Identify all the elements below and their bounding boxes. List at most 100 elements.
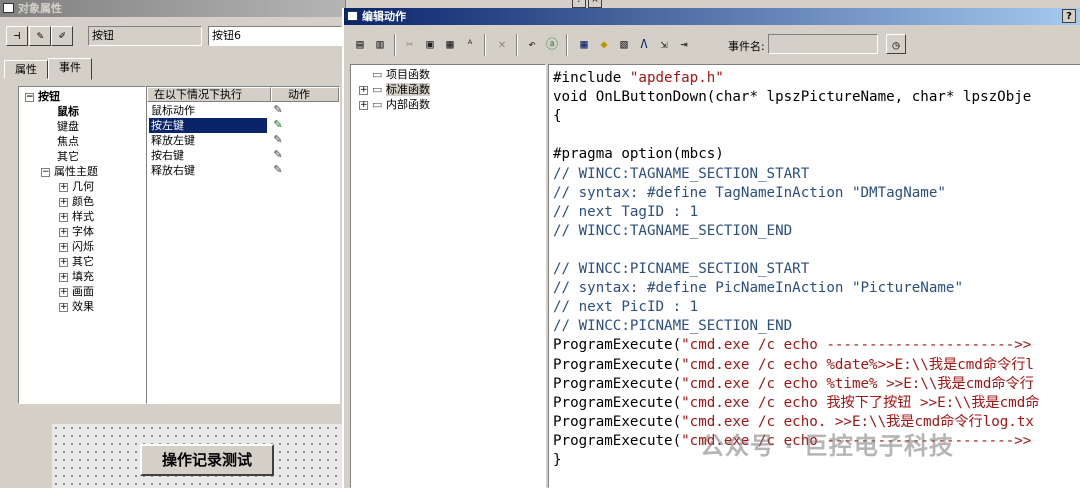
tree-topic[interactable]: + 填充 bbox=[59, 269, 94, 284]
code-line[interactable]: // WINCC:PICNAME_SECTION_END bbox=[553, 317, 792, 336]
event-column-header[interactable]: 在以下情况下执行 bbox=[147, 87, 271, 102]
tab-events[interactable]: 事件 bbox=[48, 58, 92, 80]
collapse-icon[interactable]: − bbox=[41, 167, 50, 177]
expand-icon[interactable]: + bbox=[359, 100, 368, 110]
expand-icon[interactable]: + bbox=[59, 302, 68, 312]
undo-icon[interactable]: ↶ bbox=[522, 34, 542, 54]
event-category-tree: − 按钮 鼠标 键盘 焦点 其它 − 属性主题 + 几何 + 颜色 + 样式 + 字体 + 闪… bbox=[18, 86, 146, 404]
format-icon[interactable]: ᴬ bbox=[460, 34, 480, 54]
event-row-selected[interactable]: 按左键 bbox=[149, 118, 267, 133]
expand-icon[interactable]: + bbox=[59, 227, 68, 237]
expand-icon[interactable]: + bbox=[59, 197, 68, 207]
edit-action-titlebar[interactable]: 编辑动作 ? bbox=[344, 8, 1080, 25]
tree-group-property-topics[interactable]: − 属性主题 bbox=[41, 164, 98, 179]
copy-icon[interactable]: ▣ bbox=[420, 34, 440, 54]
code-token: "cmd.exe /c echo %date%>>E:\\我是cmd命令行l bbox=[681, 356, 1034, 373]
save-icon[interactable]: ▤ bbox=[350, 34, 370, 54]
event-row[interactable]: 释放左键 bbox=[149, 133, 267, 148]
code-line[interactable]: ProgramExecute("cmd.exe /c echo --------… bbox=[553, 336, 1031, 355]
expand-icon[interactable]: + bbox=[59, 182, 68, 192]
code-token: // WINCC:PICNAME_SECTION_START bbox=[553, 261, 810, 277]
tag-icon[interactable]: ▦ bbox=[574, 34, 594, 54]
expand-icon[interactable]: + bbox=[59, 242, 68, 252]
paste-icon[interactable]: ▦ bbox=[440, 34, 460, 54]
code-line[interactable]: ProgramExecute("cmd.exe /c echo 我按下了按钮 >… bbox=[553, 394, 1039, 413]
abc-icon[interactable]: ⓐ bbox=[542, 34, 562, 54]
code-editor[interactable]: #include "apdefap.h" void OnLButtonDown(c… bbox=[548, 64, 1080, 488]
tree-item-focus[interactable]: 焦点 bbox=[57, 134, 79, 149]
pencil-action-icon[interactable]: ✎ bbox=[271, 118, 285, 132]
code-token: #pragma option(mbcs) bbox=[553, 146, 724, 163]
object-name-field[interactable]: 按钮6 bbox=[208, 26, 342, 46]
tree-topic[interactable]: + 效果 bbox=[59, 299, 94, 314]
expand-icon[interactable]: + bbox=[59, 212, 68, 222]
pipette-icon[interactable]: ✎ bbox=[29, 26, 51, 46]
close-icon[interactable]: × bbox=[588, 0, 602, 8]
tree-topic[interactable]: + 样式 bbox=[59, 209, 94, 224]
code-line[interactable]: // syntax: #define TagNameInAction "DMTa… bbox=[553, 184, 946, 203]
pencil-icon[interactable]: ✎ bbox=[271, 148, 285, 162]
help-icon[interactable]: ? bbox=[1062, 9, 1076, 23]
expand-icon[interactable]: + bbox=[59, 287, 68, 297]
pipette-icon[interactable]: ✐ bbox=[51, 26, 73, 46]
action-column-header[interactable]: 动作 bbox=[271, 87, 339, 102]
tree-topic[interactable]: + 画面 bbox=[59, 284, 94, 299]
delete-icon[interactable]: ✕ bbox=[492, 34, 512, 54]
compile-icon[interactable]: ▥ bbox=[370, 34, 390, 54]
code-line[interactable]: ProgramExecute("cmd.exe /c echo %time% >… bbox=[553, 375, 1034, 394]
tree-item-mouse[interactable]: 鼠标 bbox=[57, 104, 79, 119]
event-name-field[interactable] bbox=[768, 34, 878, 54]
object-properties-titlebar[interactable]: 对象属性 bbox=[0, 0, 345, 17]
code-line[interactable]: // next PicID : 1 bbox=[553, 298, 698, 317]
tree-topic[interactable]: + 几何 bbox=[59, 179, 94, 194]
code-token: // WINCC:TAGNAME_SECTION_START bbox=[553, 165, 810, 182]
tree-topic[interactable]: + 其它 bbox=[59, 254, 94, 269]
tree-item-project-functions[interactable]: ▭ 项目函数 bbox=[359, 67, 430, 82]
tree-item-internal-functions[interactable]: + ▭ 内部函数 bbox=[359, 97, 430, 112]
expand-icon[interactable]: + bbox=[59, 257, 68, 267]
code-line[interactable]: #pragma option(mbcs) bbox=[553, 145, 724, 164]
event-row[interactable]: 按右键 bbox=[149, 148, 267, 163]
code-line[interactable]: { bbox=[553, 107, 562, 126]
watermark: 公众号 · 巨控电子科技 bbox=[700, 432, 954, 460]
code-line[interactable]: // WINCC:TAGNAME_SECTION_START bbox=[553, 165, 809, 184]
tree-item-standard-functions[interactable]: + ▭ 标准函数 bbox=[359, 82, 430, 97]
code-line[interactable]: // next TagID : 1 bbox=[553, 203, 698, 222]
code-line[interactable]: // WINCC:PICNAME_SECTION_START bbox=[553, 260, 809, 279]
folder-icon: ▭ bbox=[372, 83, 383, 96]
tree-topic[interactable]: + 颜色 bbox=[59, 194, 94, 209]
code-line[interactable]: // WINCC:TAGNAME_SECTION_END bbox=[553, 222, 792, 241]
pencil-icon[interactable]: ✎ bbox=[271, 103, 285, 117]
help-icon[interactable]: ? bbox=[572, 0, 586, 8]
code-line[interactable]: #include "apdefap.h" bbox=[553, 69, 724, 88]
import-icon[interactable]: ⇲ bbox=[654, 34, 674, 54]
expand-icon[interactable]: + bbox=[59, 272, 68, 282]
expand-icon[interactable]: + bbox=[359, 85, 368, 95]
collapse-icon[interactable]: − bbox=[25, 92, 34, 102]
tree-topic[interactable]: + 闪烁 bbox=[59, 239, 94, 254]
tree-item-keyboard[interactable]: 键盘 bbox=[57, 119, 79, 134]
code-line[interactable]: } bbox=[553, 451, 562, 470]
clock-icon[interactable]: ◷ bbox=[886, 34, 906, 54]
object-icon[interactable]: ◆ bbox=[594, 34, 614, 54]
edit-action-window: 编辑动作 ? ▤ ▥ ✂ ▣ ▦ ᴬ ✕ ↶ ⓐ ▦ ◆ ▧ Λ ⇲ ⇥ 事件名… bbox=[342, 8, 1080, 488]
code-line[interactable]: void OnLButtonDown(char* lpszPictureName… bbox=[553, 88, 1031, 107]
property-icon[interactable]: Λ bbox=[634, 34, 654, 54]
event-row[interactable]: 鼠标动作 bbox=[149, 103, 267, 118]
cut-icon[interactable]: ✂ bbox=[400, 34, 420, 54]
code-line[interactable]: ProgramExecute("cmd.exe /c echo %date%>>… bbox=[553, 356, 1034, 375]
function-tree: ▭ 项目函数 + ▭ 标准函数 + ▭ 内部函数 bbox=[350, 64, 546, 488]
event-row[interactable]: 释放右键 bbox=[149, 163, 267, 178]
code-line[interactable]: // syntax: #define PicNameInAction "Pict… bbox=[553, 279, 963, 298]
pencil-icon[interactable]: ✎ bbox=[271, 133, 285, 147]
export-icon[interactable]: ⇥ bbox=[674, 34, 694, 54]
tree-topic[interactable]: + 字体 bbox=[59, 224, 94, 239]
tree-item-other[interactable]: 其它 bbox=[57, 149, 79, 164]
picture-icon[interactable]: ▧ bbox=[614, 34, 634, 54]
pencil-icon[interactable]: ✎ bbox=[271, 163, 285, 177]
code-token: // WINCC:TAGNAME_SECTION_END bbox=[553, 222, 793, 239]
tree-root[interactable]: − 按钮 bbox=[25, 89, 60, 104]
tab-properties[interactable]: 属性 bbox=[4, 60, 48, 79]
pin-icon[interactable]: ⊣ bbox=[6, 26, 28, 46]
test-record-button[interactable]: 操作记录测试 bbox=[140, 444, 274, 476]
